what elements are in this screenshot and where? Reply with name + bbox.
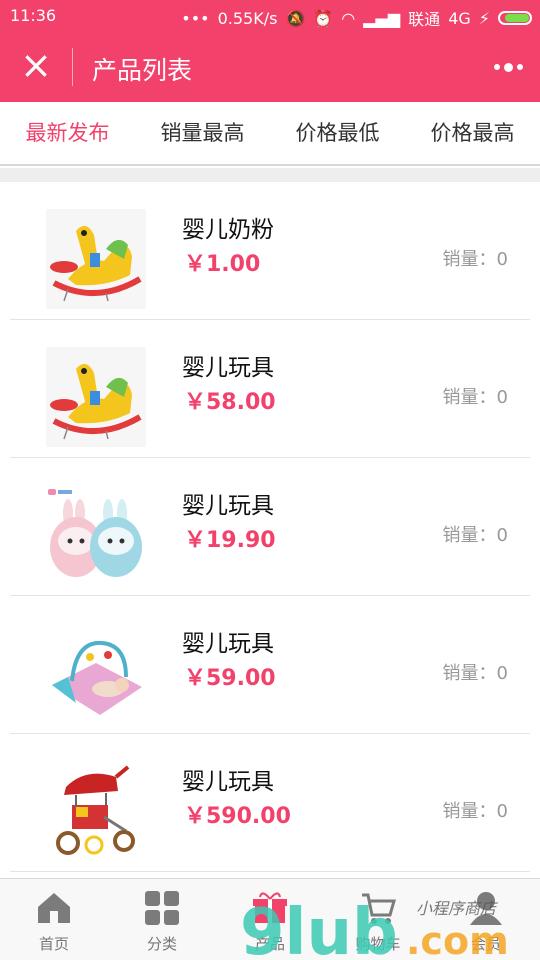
rabbit-tumblers-image (46, 485, 146, 585)
list-item[interactable]: 婴儿玩具 ￥19.90 销量：0 (10, 458, 530, 596)
more-options-icon[interactable] (486, 52, 530, 82)
tabbar-label: 产品 (254, 935, 285, 953)
cart-icon (362, 893, 396, 924)
product-price: ￥590.00 (184, 804, 291, 829)
home-icon (38, 893, 70, 923)
product-name: 婴儿玩具 (182, 493, 274, 519)
network-type: 4G (448, 8, 471, 28)
tab-top-sales[interactable]: 销量最高 (135, 102, 270, 164)
page-title: 产品列表 (92, 56, 193, 85)
tabbar-label: 会员 (470, 935, 501, 953)
product-name: 婴儿玩具 (182, 769, 274, 795)
close-icon[interactable]: × (18, 46, 54, 84)
product-sales: 销量：0 (442, 525, 508, 546)
tabbar-label: 分类 (146, 935, 177, 953)
product-price: ￥58.00 (184, 390, 276, 415)
signal-icon: ▂▄▆ (363, 8, 401, 28)
product-sales: 销量：0 (442, 663, 508, 684)
tabbar-item-home[interactable]: 首页 (0, 879, 108, 960)
mute-bell-icon: 🔕 (285, 8, 306, 28)
product-price: ￥1.00 (184, 252, 261, 277)
product-price: ￥19.90 (184, 528, 276, 553)
notification-dots-icon: ••• (181, 8, 210, 28)
list-item[interactable]: 婴儿奶粉 ￥1.00 销量：0 (10, 182, 530, 320)
carrier-name: 联通 (408, 10, 441, 29)
bottom-tab-bar: 首页 分类 产品 购物车 会员 (0, 878, 540, 960)
tabbar-item-cart[interactable]: 购物车 (324, 879, 432, 960)
network-speed: 0.55K/s (217, 8, 278, 28)
product-name: 婴儿玩具 (182, 355, 274, 381)
status-bar: 11:36 ••• 0.55K/s 🔕 ⏰ ◠ ▂▄▆ 联通 4G ⚡ (0, 0, 540, 32)
tab-latest[interactable]: 最新发布 (0, 102, 135, 164)
product-sales: 销量：0 (442, 387, 508, 408)
list-item[interactable]: 婴儿玩具 ￥59.00 销量：0 (10, 596, 530, 734)
tabbar-label: 购物车 (355, 935, 401, 953)
product-sales: 销量：0 (442, 801, 508, 822)
status-icons: ••• 0.55K/s 🔕 ⏰ ◠ ▂▄▆ 联通 4G ⚡ (181, 6, 532, 30)
status-time: 11:36 (10, 6, 57, 25)
product-sales: 销量：0 (442, 249, 508, 270)
tabbar-item-products[interactable]: 产品 (216, 879, 324, 960)
sort-tabs: 最新发布 销量最高 价格最低 价格最高 (0, 102, 540, 166)
wifi-icon: ◠ (341, 8, 356, 28)
nav-divider (72, 48, 73, 86)
baby-play-mat-image (46, 623, 146, 723)
battery-icon (498, 11, 532, 25)
section-gap (0, 168, 540, 182)
tab-price-high[interactable]: 价格最高 (405, 102, 540, 164)
tabbar-label: 首页 (38, 935, 69, 953)
tabbar-item-member[interactable]: 会员 (432, 879, 540, 960)
product-name: 婴儿玩具 (182, 631, 274, 657)
user-icon (470, 892, 502, 925)
kids-tricycle-image (46, 761, 146, 861)
product-list: 婴儿奶粉 ￥1.00 销量：0 婴儿玩具 ￥58.00 销量：0 婴儿玩具 ￥1… (0, 182, 540, 872)
list-item[interactable]: 婴儿玩具 ￥590.00 销量：0 (10, 734, 530, 872)
list-item[interactable]: 婴儿玩具 ￥58.00 销量：0 (10, 320, 530, 458)
rocking-horse-image (46, 209, 146, 309)
charging-icon: ⚡ (478, 8, 490, 28)
tabbar-item-category[interactable]: 分类 (108, 879, 216, 960)
nav-bar: × 产品列表 (0, 32, 540, 102)
gift-icon (253, 892, 287, 923)
product-price: ￥59.00 (184, 666, 276, 691)
alarm-icon: ⏰ (313, 8, 334, 28)
rocking-horse-image (46, 347, 146, 447)
tab-price-low[interactable]: 价格最低 (270, 102, 405, 164)
grid-icon (145, 891, 179, 925)
product-name: 婴儿奶粉 (182, 217, 274, 243)
